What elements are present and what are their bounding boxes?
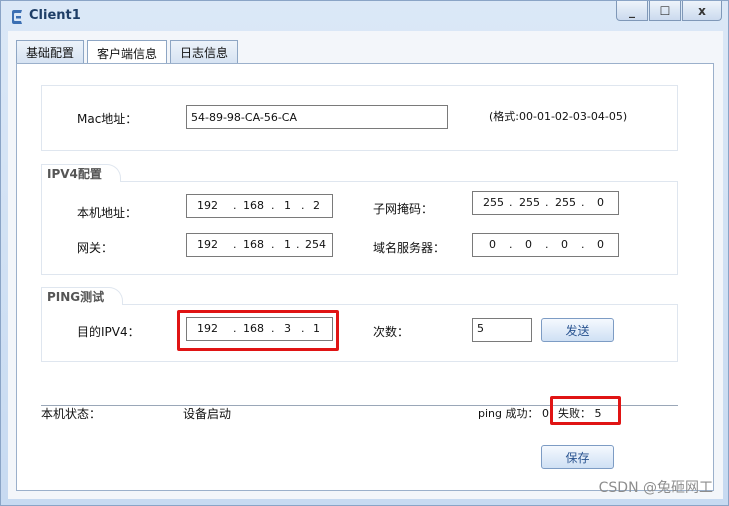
count-label: 次数：: [373, 325, 410, 339]
tab-strip: 基础配置 客户端信息 日志信息: [16, 40, 241, 65]
title-bar[interactable]: Client1 _ ☐ x: [1, 1, 728, 31]
save-button[interactable]: 保存: [541, 445, 614, 469]
subnet-mask-input[interactable]: 255 . 255 . 255 . 0: [472, 191, 619, 215]
ip-octet: 0: [561, 238, 568, 251]
host-address-label: 本机地址：: [77, 206, 138, 220]
ip-dot: .: [545, 238, 549, 251]
ping-section-title: PING测试: [41, 287, 124, 305]
ip-dot: .: [296, 238, 300, 251]
ip-dot: .: [509, 238, 513, 251]
mac-label: Mac地址：: [77, 112, 138, 126]
send-button[interactable]: 发送: [541, 318, 614, 342]
ip-dot: .: [271, 199, 275, 212]
close-button[interactable]: x: [682, 1, 722, 21]
mac-format-hint: (格式:00-01-02-03-04-05): [489, 110, 628, 123]
client-window: Client1 _ ☐ x 基础配置 客户端信息 日志信息 Mac地址： 54-…: [0, 0, 729, 506]
ip-octet: 0: [597, 238, 604, 251]
minimize-button[interactable]: _: [616, 1, 648, 21]
count-input[interactable]: 5: [472, 318, 532, 342]
ip-dot: .: [301, 199, 305, 212]
ip-octet: 255: [483, 196, 504, 209]
client-app-icon: [12, 10, 22, 24]
ping-success-count: ping 成功： 0: [478, 407, 549, 420]
dns-server-input[interactable]: 0 . 0 . 0 . 0: [472, 233, 619, 257]
fail-count-highlight: [550, 396, 621, 425]
gateway-label: 网关：: [77, 241, 114, 255]
target-ipv4-highlight: [177, 310, 339, 351]
ip-octet: 2: [313, 199, 320, 212]
host-address-input[interactable]: 192 . 168 . 1 . 2: [186, 194, 333, 218]
tab-log-info[interactable]: 日志信息: [170, 40, 239, 64]
ip-dot: .: [581, 238, 585, 251]
ip-octet: 192: [197, 199, 218, 212]
ip-octet: 1: [284, 199, 291, 212]
subnet-mask-label: 子网掩码：: [373, 202, 434, 216]
ip-octet: 0: [597, 196, 604, 209]
ip-octet: 168: [243, 199, 264, 212]
ip-dot: .: [581, 196, 585, 209]
tab-basic-config[interactable]: 基础配置: [16, 40, 85, 64]
csdn-watermark: CSDN @兔砸网工: [598, 480, 713, 496]
ip-dot: .: [509, 196, 513, 209]
ip-octet: 0: [489, 238, 496, 251]
ip-octet: 192: [197, 238, 218, 251]
ip-dot: .: [233, 238, 237, 251]
ip-dot: .: [233, 199, 237, 212]
ip-octet: 0: [525, 238, 532, 251]
window-title: Client1: [29, 8, 81, 23]
device-status-value: 设备启动: [183, 407, 232, 421]
ip-octet: 168: [243, 238, 264, 251]
ip-octet: 1: [284, 238, 291, 251]
maximize-button[interactable]: ☐: [649, 1, 681, 21]
ip-dot: .: [545, 196, 549, 209]
ip-octet: 255: [519, 196, 540, 209]
mac-input[interactable]: 54-89-98-CA-56-CA: [186, 105, 448, 129]
ip-dot: .: [271, 238, 275, 251]
ipv4-section-title: IPV4配置: [41, 164, 121, 182]
dns-server-label: 域名服务器：: [373, 241, 446, 255]
device-status-label: 本机状态：: [41, 407, 102, 421]
tab-client-info[interactable]: 客户端信息: [87, 40, 168, 65]
ip-octet: 254: [305, 238, 326, 251]
gateway-input[interactable]: 192 . 168 . 1 . 254: [186, 233, 333, 257]
ip-octet: 255: [555, 196, 576, 209]
target-ipv4-label: 目的IPV4：: [77, 325, 140, 339]
